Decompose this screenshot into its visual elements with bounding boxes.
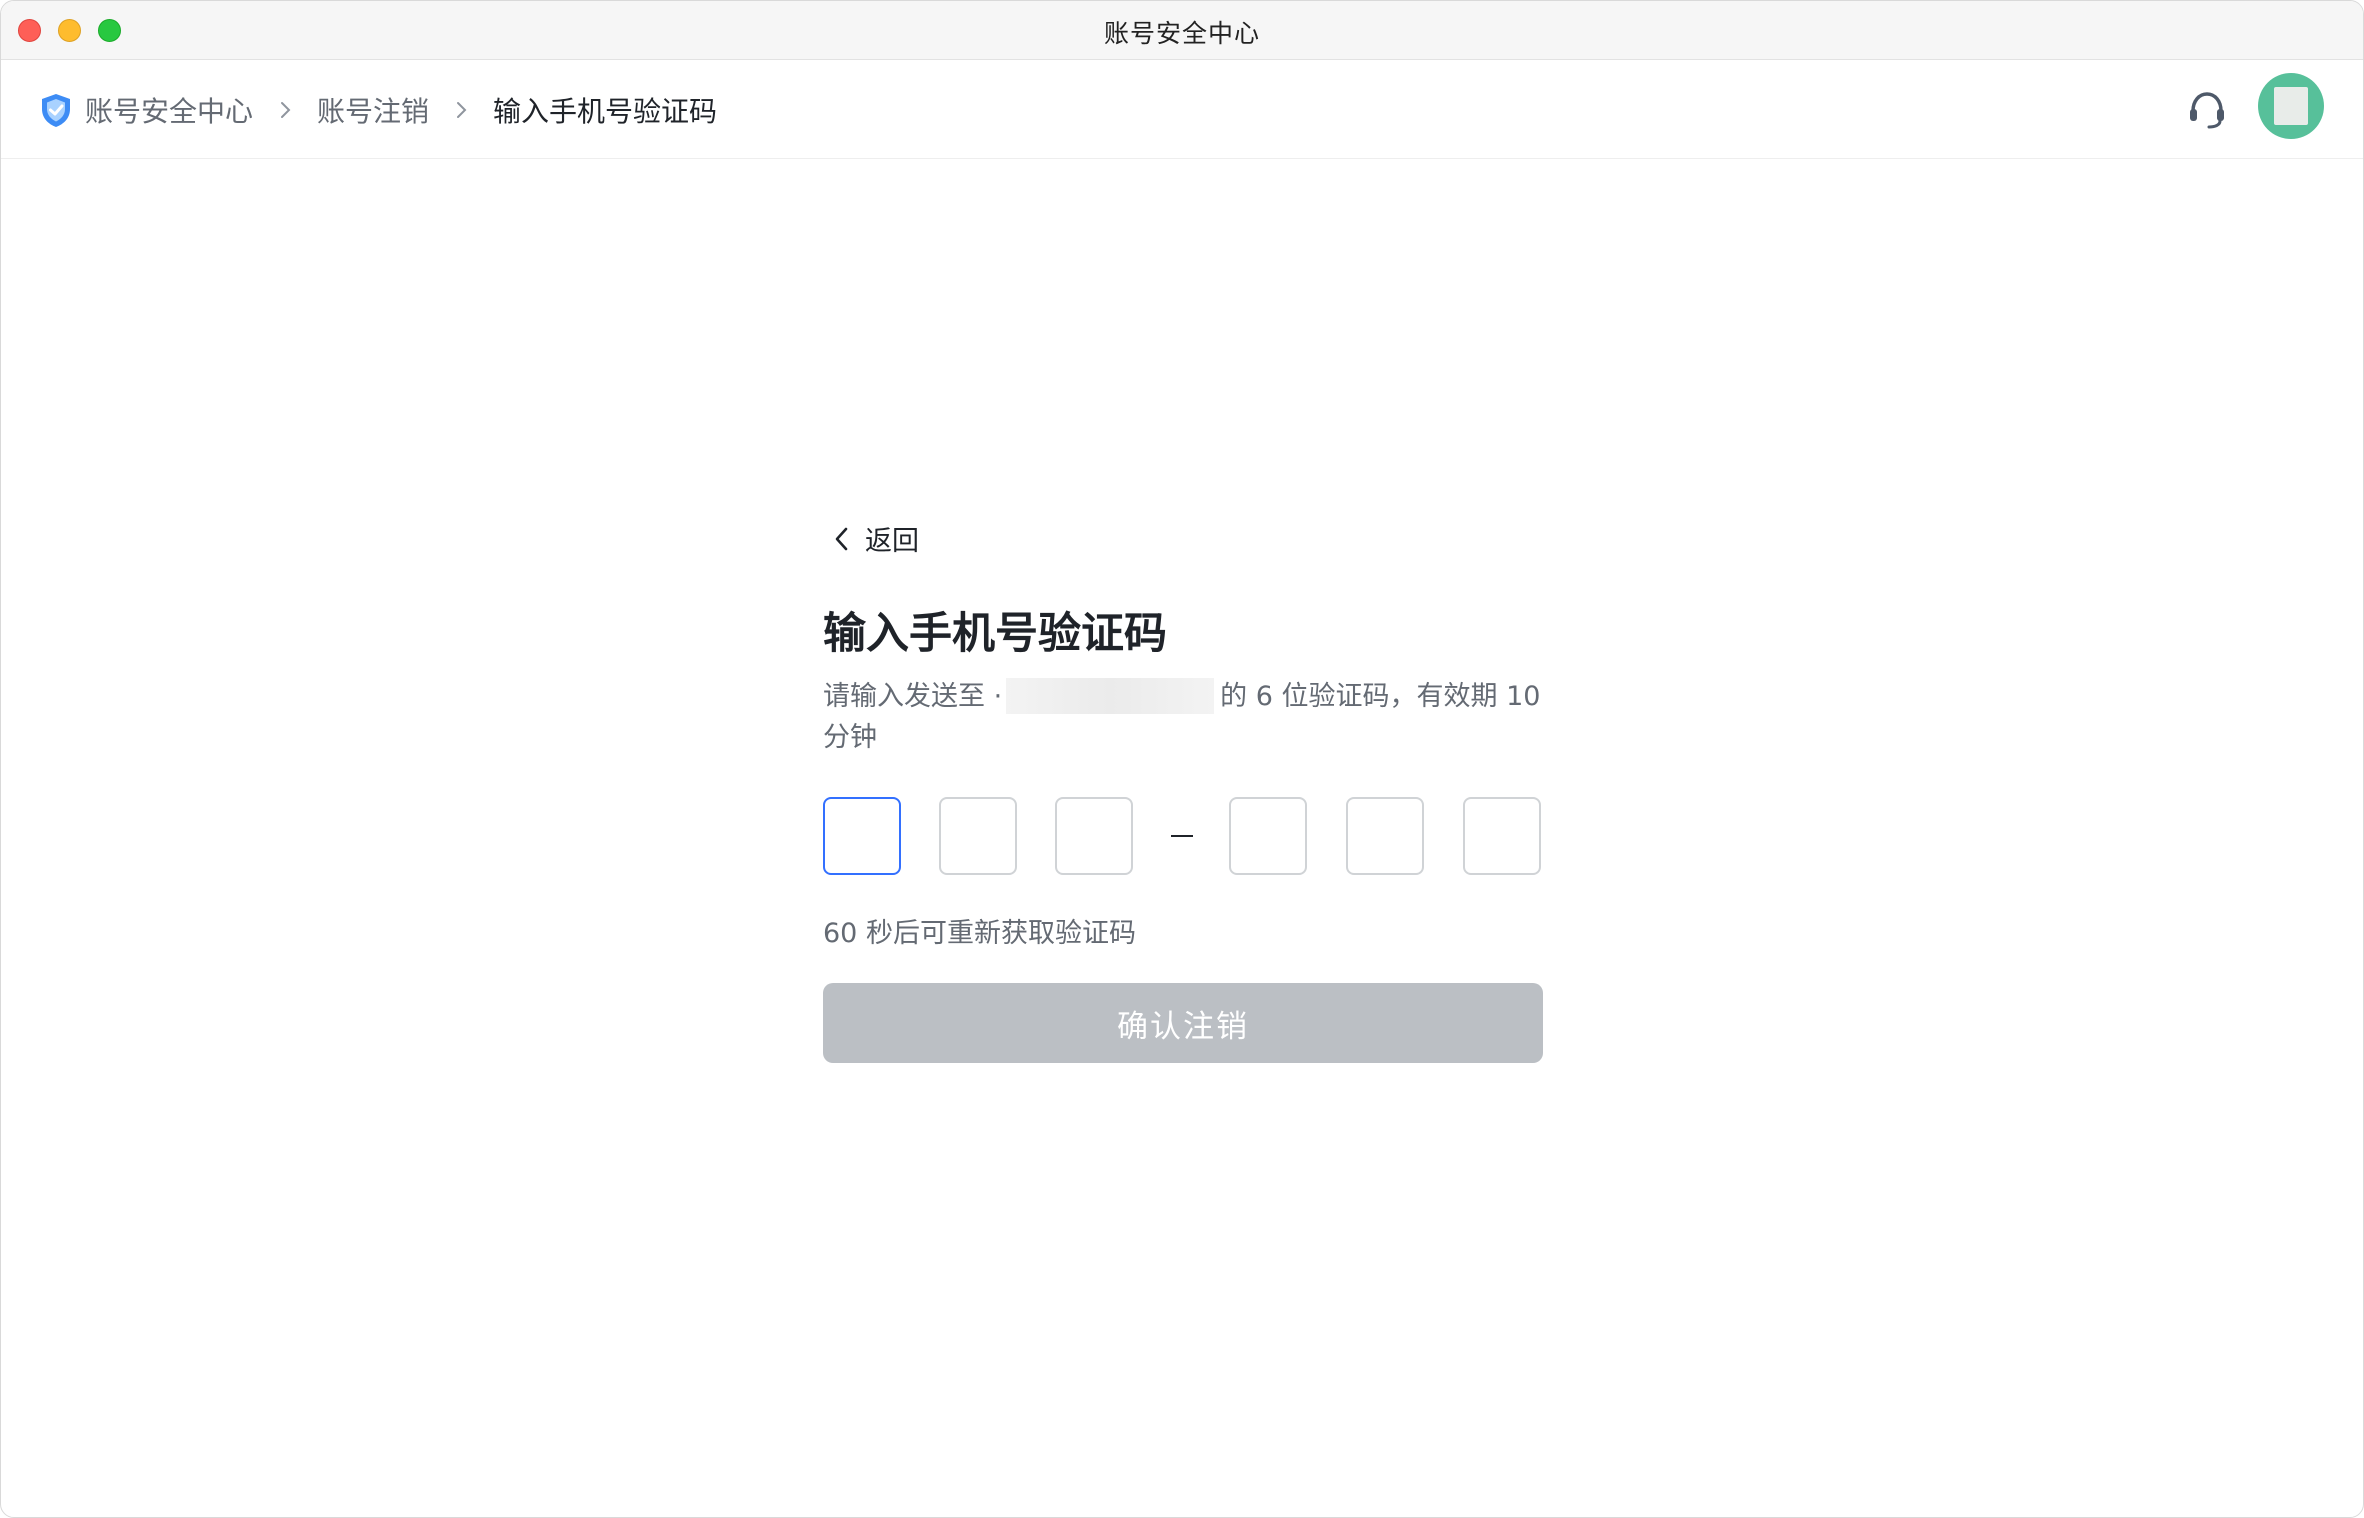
breadcrumb: 账号安全中心 账号注销 输入手机号验证码 [39, 90, 717, 130]
breadcrumb-item-account-deletion[interactable]: 账号注销 [317, 90, 429, 130]
code-separator [1171, 835, 1193, 837]
back-button[interactable]: 返回 [831, 519, 919, 558]
avatar-image [2274, 87, 2308, 125]
code-digit-5[interactable] [1346, 797, 1424, 875]
resend-countdown: 60 秒后可重新获取验证码 [823, 918, 1136, 949]
chevron-right-icon [457, 102, 467, 118]
desc-prefix: 请输入发送至 · [823, 681, 1003, 712]
code-digit-1[interactable] [823, 797, 901, 875]
avatar[interactable] [2258, 73, 2324, 139]
headset-icon[interactable] [2185, 87, 2229, 131]
breadcrumb-item-security-center[interactable]: 账号安全中心 [85, 90, 253, 130]
confirm-deletion-button[interactable]: 确认注销 [823, 983, 1543, 1063]
top-navbar: 账号安全中心 账号注销 输入手机号验证码 [1, 60, 2363, 159]
code-digit-3[interactable] [1055, 797, 1133, 875]
chevron-right-icon [281, 102, 291, 118]
code-digit-6[interactable] [1463, 797, 1541, 875]
code-digit-2[interactable] [939, 797, 1017, 875]
shield-icon [42, 94, 70, 127]
chevron-left-icon [835, 527, 848, 550]
breadcrumb-item-current: 输入手机号验证码 [493, 95, 718, 128]
masked-phone-number [1006, 677, 1215, 714]
code-digit-4[interactable] [1229, 797, 1307, 875]
code-description: 请输入发送至 · 的 6 位验证码，有效期 10 分钟 [823, 677, 1553, 758]
back-label: 返回 [865, 526, 919, 557]
page-title: 输入手机号验证码 [823, 609, 1167, 659]
app-window: 账号安全中心 账号安全中心 账号注销 输入手机号验证码 返回 输入手机号验证码 … [0, 0, 2364, 1518]
window-title: 账号安全中心 [1103, 19, 1260, 48]
title-bar: 账号安全中心 [1, 1, 2363, 60]
